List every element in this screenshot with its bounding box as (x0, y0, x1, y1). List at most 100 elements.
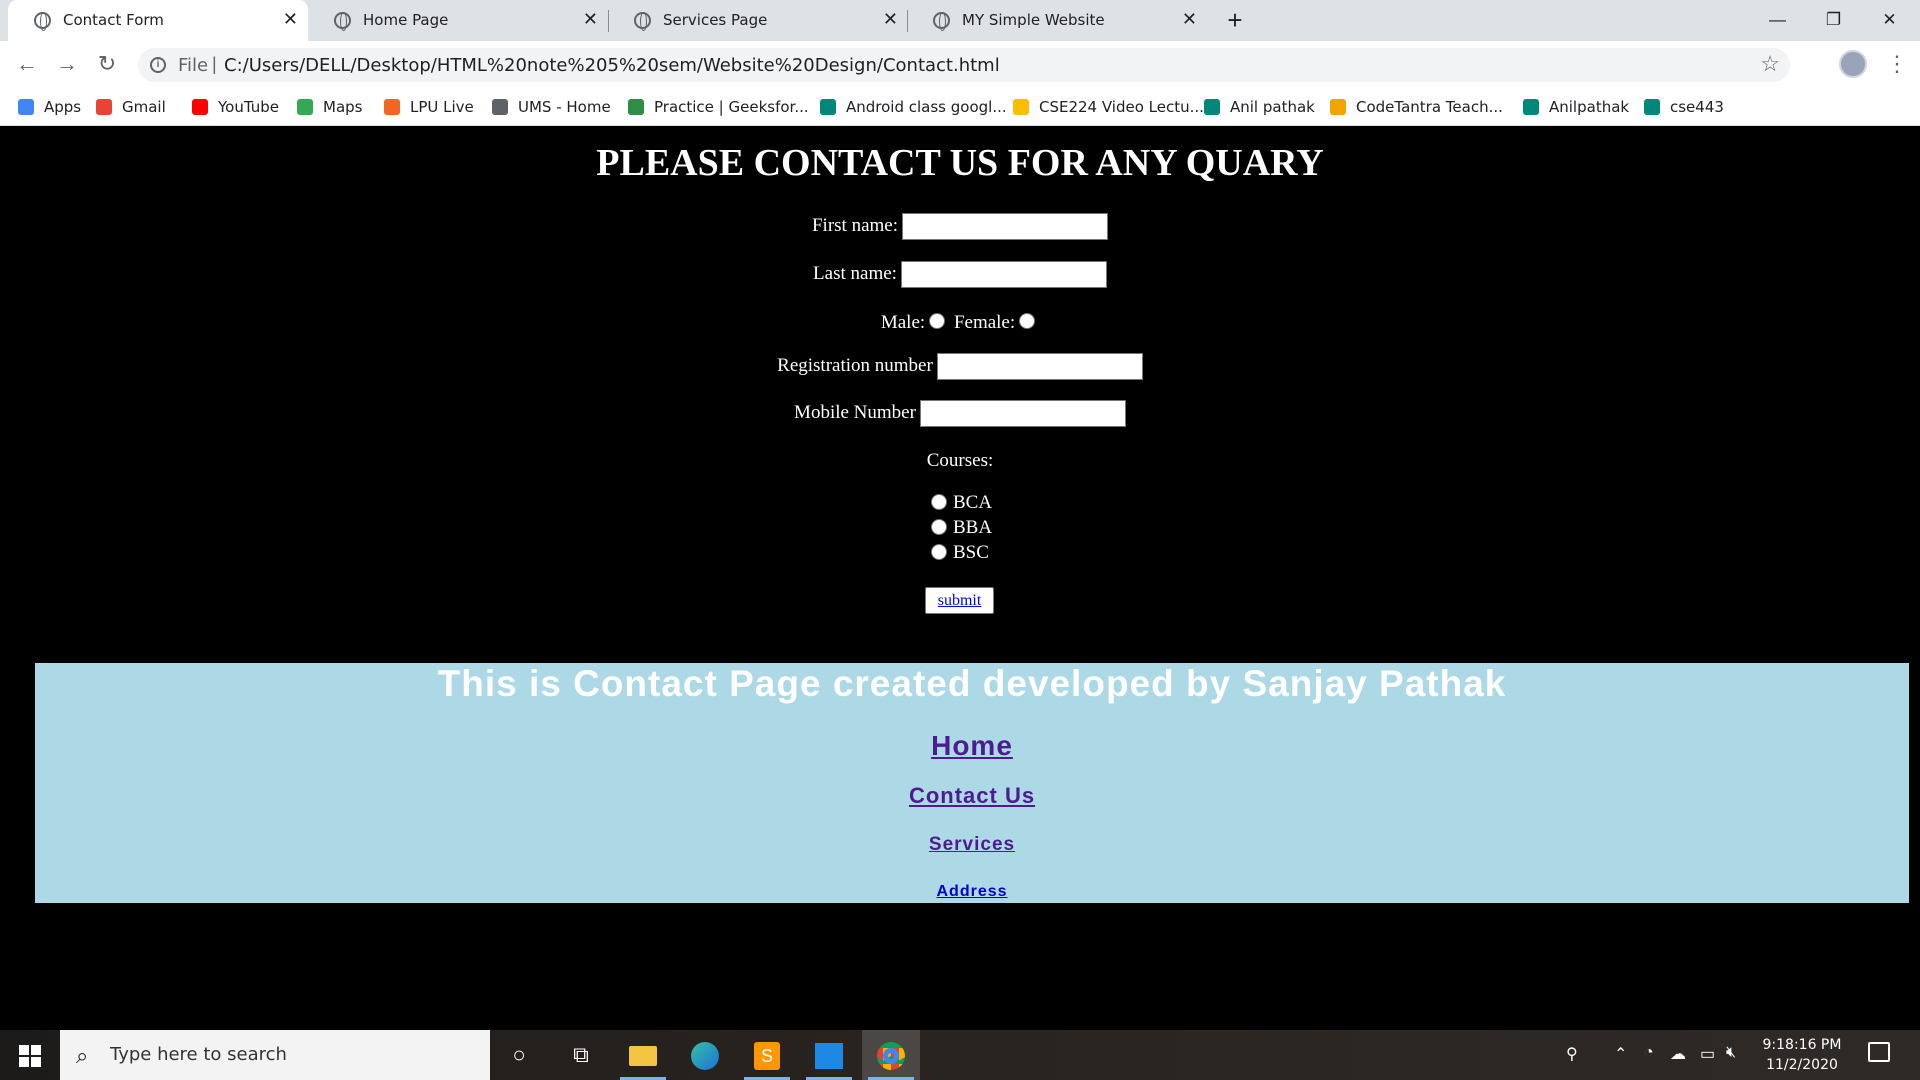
tab-my-simple-website[interactable]: MY Simple Website ✕ (907, 0, 1207, 41)
course-option-bba[interactable]: BBA (931, 517, 992, 539)
plus-icon: + (1227, 5, 1243, 35)
reload-button[interactable]: ↻ (92, 49, 122, 79)
taskbar-search[interactable]: ⌕ Type here to search (60, 1030, 490, 1080)
bookmark-star-icon[interactable]: ☆ (1760, 51, 1780, 77)
restore-button[interactable]: ❐ (1806, 4, 1861, 36)
close-tab-icon[interactable]: ✕ (1182, 9, 1197, 30)
notifications-icon[interactable] (1868, 1042, 1890, 1062)
minimize-button[interactable]: — (1750, 4, 1805, 36)
menu-kebab-icon[interactable]: ⋮ (1886, 51, 1908, 77)
first-name-input[interactable] (902, 213, 1109, 240)
close-tab-icon[interactable]: ✕ (583, 9, 598, 30)
close-tab-icon[interactable]: ✕ (283, 9, 298, 30)
close-tab-icon[interactable]: ✕ (883, 9, 898, 30)
male-radio[interactable] (929, 312, 946, 329)
bookmark-item[interactable]: UMS - Home (492, 96, 611, 118)
globe-icon (933, 12, 950, 31)
forward-button[interactable]: → (52, 49, 82, 79)
tab-title: Contact Form (63, 11, 164, 29)
file-explorer-icon[interactable] (614, 1030, 672, 1080)
wifi-icon[interactable]: ◔ (1644, 1044, 1654, 1062)
onedrive-icon[interactable]: ☁ (1670, 1044, 1686, 1064)
windows-taskbar: ⌕ Type here to search ○ ⧉ S ⚲ ⌃ ◔ ☁ ▭ 🔇︎… (0, 1030, 1920, 1080)
bookmark-label: Gmail (122, 98, 166, 116)
course-radio[interactable] (931, 543, 947, 560)
footer-link-contact-us[interactable]: Contact Us (35, 783, 1909, 809)
page-content: PLEASE CONTACT US FOR ANY QUARY First na… (0, 127, 1920, 1030)
apps-grid-icon (18, 99, 34, 115)
search-placeholder: Type here to search (110, 1044, 287, 1065)
footer-link-address[interactable]: Address (35, 883, 1909, 901)
bookmark-item[interactable]: Anilpathak (1523, 96, 1629, 118)
course-radio[interactable] (931, 518, 947, 535)
edge-icon[interactable] (676, 1030, 734, 1080)
last-name-input[interactable] (900, 261, 1107, 288)
close-icon: ✕ (1882, 10, 1897, 29)
course-label: BCA (953, 492, 993, 513)
battery-icon[interactable]: ▭ (1700, 1044, 1715, 1064)
bookmark-item[interactable]: Gmail (96, 96, 166, 118)
url-text[interactable]: C:/Users/DELL/Desktop/HTML%20note%205%20… (224, 55, 1000, 76)
tab-home-page[interactable]: Home Page ✕ (308, 0, 608, 41)
bookmark-item[interactable]: LPU Live (384, 96, 474, 118)
volume-muted-icon[interactable]: 🔇︎ (1726, 1044, 1736, 1062)
bookmark-label: UMS - Home (518, 98, 611, 116)
clock-time: 9:18:16 PM (1762, 1037, 1842, 1053)
registration-input[interactable] (936, 353, 1143, 380)
bookmark-item[interactable]: YouTube (192, 96, 279, 118)
courses-heading: Courses: (926, 450, 994, 471)
new-tab-button[interactable]: + (1219, 4, 1251, 36)
bookmark-label: Maps (323, 98, 363, 116)
minimize-icon: — (1769, 10, 1786, 29)
info-icon[interactable]: i (150, 57, 166, 73)
bookmark-label: YouTube (218, 98, 279, 116)
taskbar-clock[interactable]: 9:18:16 PM 11/2/2020 (1752, 1035, 1852, 1075)
bookmark-item[interactable]: Apps (18, 96, 81, 118)
people-icon[interactable]: ⚲ (1566, 1044, 1578, 1064)
tab-contact-form[interactable]: Contact Form ✕ (8, 0, 308, 41)
footer-link-home[interactable]: Home (35, 730, 1909, 762)
bookmark-item[interactable]: Maps (297, 96, 362, 118)
bookmark-item[interactable]: Android class googl... (820, 96, 1007, 118)
address-bar[interactable]: i File | C:/Users/DELL/Desktop/HTML%20no… (138, 48, 1790, 82)
gender-row: Male: Female: (0, 312, 1920, 334)
chrome-icon[interactable] (862, 1030, 920, 1080)
lpu-icon (384, 99, 400, 115)
last-name-label: Last name: (813, 262, 897, 284)
course-option-bca[interactable]: BCA (931, 492, 992, 514)
chevron-up-icon[interactable]: ⌃ (1614, 1044, 1627, 1064)
back-button[interactable]: ← (12, 49, 42, 79)
address-toolbar: ← → ↻ i File | C:/Users/DELL/Desktop/HTM… (0, 41, 1920, 88)
sublime-text-icon[interactable]: S (738, 1030, 796, 1080)
meet-icon (1204, 99, 1220, 115)
windows-logo-icon (19, 1045, 41, 1067)
bookmark-label: CodeTantra Teach... (1356, 98, 1503, 116)
bookmark-item[interactable]: CodeTantra Teach... (1330, 96, 1503, 118)
footer-link-services[interactable]: Services (35, 834, 1909, 856)
task-view-icon[interactable]: ⧉ (552, 1030, 610, 1080)
female-label: Female: (953, 312, 1016, 333)
gmail-icon (96, 99, 112, 115)
bookmark-item[interactable]: Anil pathak (1204, 96, 1315, 118)
meet-icon (1644, 99, 1660, 115)
bookmark-item[interactable]: Practice | Geeksfor... (628, 96, 809, 118)
course-radio[interactable] (931, 493, 947, 510)
arrow-left-icon: ← (16, 51, 38, 76)
submit-button[interactable]: submit (925, 587, 994, 614)
maps-icon (297, 99, 313, 115)
browser-tab-strip: Contact Form ✕ Home Page ✕ Services Page… (0, 0, 1920, 41)
search-icon: ⌕ (76, 1043, 89, 1068)
start-button[interactable] (0, 1030, 60, 1080)
bookmark-item[interactable]: CSE224 Video Lectu... (1013, 96, 1204, 118)
tab-services-page[interactable]: Services Page ✕ (608, 0, 908, 41)
close-window-button[interactable]: ✕ (1862, 4, 1917, 36)
profile-avatar[interactable] (1839, 50, 1867, 78)
cortana-icon[interactable]: ○ (490, 1030, 548, 1080)
course-option-bsc[interactable]: BSC (931, 542, 989, 564)
url-divider: | (212, 54, 217, 74)
globe-icon (34, 12, 51, 31)
mobile-input[interactable] (919, 400, 1126, 427)
female-radio[interactable] (1019, 312, 1036, 329)
bookmark-item[interactable]: cse443 (1644, 96, 1724, 118)
photos-icon[interactable] (800, 1030, 858, 1080)
